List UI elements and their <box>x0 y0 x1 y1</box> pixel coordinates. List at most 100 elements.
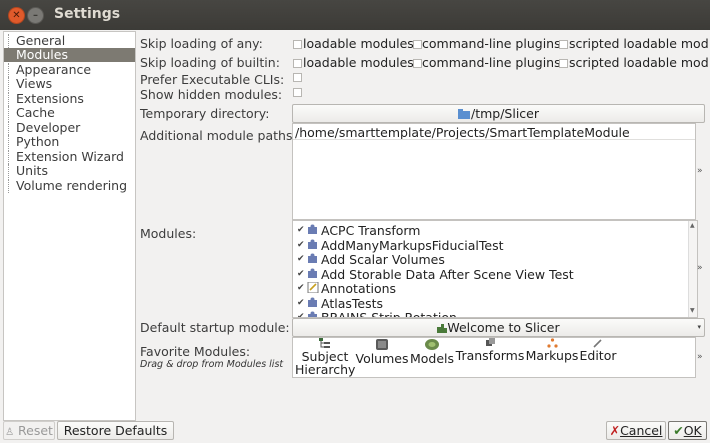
temp-dir-button[interactable]: /tmp/Slicer <box>292 104 705 123</box>
skip-any-scripted-label: scripted loadable mod <box>569 36 709 51</box>
ok-label: OK <box>683 423 702 438</box>
sidebar-item-volume-rendering[interactable]: Volume rendering <box>4 177 135 193</box>
module-row-add-many-markups[interactable]: ✔ AddManyMarkupsFiducialTest <box>297 238 677 253</box>
module-name: AddManyMarkupsFiducialTest <box>321 237 504 253</box>
sidebar-item-label: Views <box>16 76 53 91</box>
sidebar-item-developer[interactable]: Developer <box>4 120 135 135</box>
sidebar-item-label: Volume rendering <box>16 177 128 193</box>
module-name: AtlasTests <box>321 295 384 311</box>
sidebar-item-label: Cache <box>16 105 55 120</box>
favorite-label: Transforms <box>455 348 525 363</box>
modules-more-button[interactable]: » <box>697 263 703 273</box>
skip-any-loadable-checkbox[interactable] <box>293 40 302 49</box>
favorite-label-line2: Hierarchy <box>295 362 356 377</box>
sidebar-item-units[interactable]: Units <box>4 164 135 178</box>
module-row-add-scalar-volumes[interactable]: ✔ Add Scalar Volumes <box>297 252 677 267</box>
slicer-logo-icon <box>437 324 448 333</box>
skip-builtin-label: Skip loading of builtin: <box>140 55 280 70</box>
sidebar-item-general[interactable]: General <box>4 34 135 48</box>
puzzle-icon <box>308 239 317 249</box>
sidebar-item-python[interactable]: Python <box>4 135 135 149</box>
sidebar-item-modules[interactable]: Modules <box>4 48 135 62</box>
favorite-label: Models <box>409 351 455 366</box>
ok-button[interactable]: ✔OK <box>668 421 707 440</box>
favorite-transforms[interactable]: Transforms <box>455 338 525 362</box>
favorite-subject-hierarchy[interactable]: Subject Hierarchy <box>295 338 355 376</box>
sidebar-item-label: Modules <box>16 47 68 62</box>
folder-icon <box>457 109 470 119</box>
add-paths-list[interactable]: /home/smarttemplate/Projects/SmartTempla… <box>292 123 696 220</box>
scroll-down-icon[interactable]: ▼ <box>690 307 695 314</box>
skip-any-cli-label: command-line plugins <box>422 36 561 51</box>
skip-any-scripted-checkbox[interactable] <box>559 40 568 49</box>
startup-module-select[interactable]: Welcome to Slicer ▾ <box>292 318 705 337</box>
skip-any-cli-checkbox[interactable] <box>413 40 422 49</box>
skip-any-loadable-label: loadable modules <box>303 36 414 51</box>
puzzle-icon <box>308 224 317 234</box>
sidebar-item-extensions[interactable]: Extensions <box>4 90 135 106</box>
module-name: ACPC Transform <box>321 223 421 238</box>
cancel-button[interactable]: ✗Cancel <box>606 421 666 440</box>
reset-button[interactable]: ♙ Reset <box>3 421 55 440</box>
skip-builtin-cli-checkbox[interactable] <box>413 59 422 68</box>
add-paths-more-button[interactable]: » <box>697 166 703 176</box>
module-row-acpc-transform[interactable]: ✔ ACPC Transform <box>297 223 677 238</box>
ok-icon: ✔ <box>673 423 684 438</box>
modules-label: Modules: <box>140 226 197 241</box>
modules-scrollbar[interactable]: ▲ ▼ <box>688 221 697 317</box>
temp-dir-value: /tmp/Slicer <box>470 106 540 121</box>
prefer-cli-checkbox[interactable] <box>293 73 302 82</box>
reset-label: Reset <box>18 423 53 438</box>
transforms-icon <box>485 338 495 346</box>
close-window-button[interactable]: ✕ <box>8 7 25 24</box>
startup-label: Default startup module: <box>140 320 290 335</box>
sidebar-item-appearance[interactable]: Appearance <box>4 62 135 77</box>
favorites-more-button[interactable]: » <box>697 352 703 362</box>
module-name: BRAINS Strip Rotation <box>321 310 457 318</box>
minimize-window-button[interactable]: – <box>27 7 44 24</box>
module-row-atlas-tests[interactable]: ✔ AtlasTests <box>297 296 677 311</box>
annotations-icon <box>307 282 319 293</box>
sidebar-item-label: Extensions <box>16 90 84 106</box>
module-row-annotations[interactable]: ✔ Annotations <box>297 281 677 296</box>
favorite-label: Volumes <box>355 351 409 366</box>
module-row-add-storable-data[interactable]: ✔ Add Storable Data After Scene View Test <box>297 267 677 282</box>
check-icon[interactable]: ✔ <box>297 269 305 279</box>
window-title: Settings <box>54 6 121 22</box>
favorite-models[interactable]: Models <box>409 338 455 365</box>
show-hidden-checkbox[interactable] <box>293 88 302 97</box>
puzzle-icon <box>308 297 317 307</box>
sidebar-item-cache[interactable]: Cache <box>4 106 135 120</box>
favorite-label: Editor <box>579 348 617 363</box>
module-row-brains-strip-rotation[interactable]: ✔ BRAINS Strip Rotation <box>297 310 677 318</box>
skip-any-label: Skip loading of any: <box>140 36 263 51</box>
sidebar-item-label: Extension Wizard <box>16 148 124 164</box>
check-icon[interactable]: ✔ <box>297 283 305 293</box>
add-path-item[interactable]: /home/smarttemplate/Projects/SmartTempla… <box>295 125 630 140</box>
favorites-toolbar[interactable]: Subject Hierarchy Volumes Models Transfor… <box>292 337 696 378</box>
check-icon[interactable]: ✔ <box>297 225 305 235</box>
favorite-label: Markups <box>525 348 579 363</box>
scroll-up-icon[interactable]: ▲ <box>690 222 695 229</box>
skip-builtin-cli-label: command-line plugins <box>422 55 561 70</box>
sidebar-item-views[interactable]: Views <box>4 77 135 91</box>
prefer-cli-label: Prefer Executable CLIs: <box>140 72 285 87</box>
favorite-markups[interactable]: Markups <box>525 338 579 362</box>
cancel-label: Cancel <box>620 423 663 438</box>
check-icon[interactable]: ✔ <box>297 298 305 308</box>
restore-defaults-button[interactable]: Restore Defaults <box>57 421 174 440</box>
modules-list[interactable]: ✔ ACPC Transform ✔ AddManyMarkupsFiducialT… <box>292 220 698 318</box>
check-icon[interactable]: ✔ <box>297 254 305 264</box>
favorite-volumes[interactable]: Volumes <box>355 338 409 365</box>
skip-builtin-loadable-label: loadable modules <box>303 55 414 70</box>
sidebar-item-extension-wizard[interactable]: Extension Wizard <box>4 148 135 164</box>
show-hidden-label: Show hidden modules: <box>140 87 283 102</box>
favorite-editor[interactable]: Editor <box>579 338 617 362</box>
add-paths-label: Additional module paths: <box>140 128 297 143</box>
close-icon: ✕ <box>12 10 21 21</box>
settings-sidebar: General Modules Appearance Views Extensi… <box>3 31 136 421</box>
skip-builtin-loadable-checkbox[interactable] <box>293 59 302 68</box>
check-icon[interactable]: ✔ <box>297 240 305 250</box>
skip-builtin-scripted-checkbox[interactable] <box>559 59 568 68</box>
cancel-icon: ✗ <box>609 423 621 438</box>
